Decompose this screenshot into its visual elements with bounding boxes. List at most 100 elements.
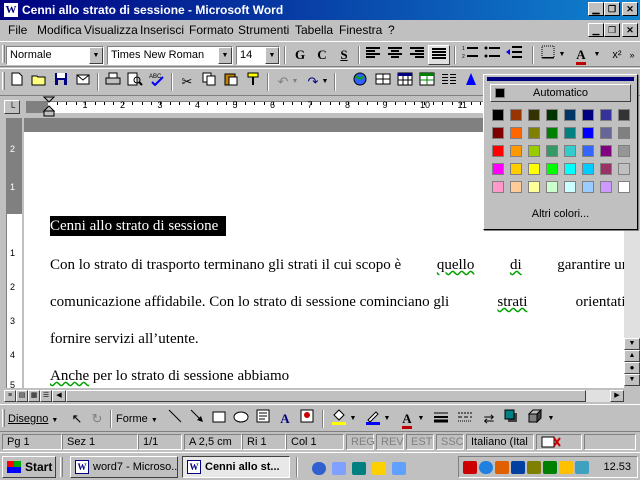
print-preview-button[interactable]	[124, 72, 146, 92]
toolbar-more-icon[interactable]: »	[626, 45, 638, 65]
outlook-icon[interactable]	[332, 462, 346, 475]
doc-restore-button[interactable]: ❐	[604, 23, 620, 37]
format-painter-button[interactable]	[242, 72, 264, 92]
close-button[interactable]: ✕	[622, 2, 638, 16]
taskbar-grip[interactable]	[60, 457, 63, 477]
3d-button[interactable]	[524, 408, 546, 429]
menu-inserisci[interactable]: Inserisci	[140, 23, 184, 37]
color-swatch[interactable]	[618, 109, 630, 121]
align-right-button[interactable]	[406, 45, 428, 65]
taskbar-word7[interactable]: W word7 - Microso...	[70, 456, 178, 478]
vertical-scrollbar[interactable]: ▼ ▲ ● ▼	[624, 338, 640, 388]
scroll-left-button[interactable]: ◀	[52, 390, 66, 402]
paste-button[interactable]	[220, 72, 242, 92]
line-color-button[interactable]	[362, 409, 384, 429]
size-combo[interactable]: 14 ▼	[236, 46, 280, 65]
color-swatch[interactable]	[528, 109, 540, 121]
color-swatch[interactable]	[564, 109, 576, 121]
color-swatch[interactable]	[528, 181, 540, 193]
wordart-button[interactable]: A	[274, 409, 296, 429]
color-swatch[interactable]	[510, 109, 522, 121]
textbox-button[interactable]	[252, 409, 274, 429]
color-swatch[interactable]	[546, 181, 558, 193]
chevron-down-icon[interactable]: ▼	[265, 47, 279, 64]
more-colors-button[interactable]: Altri colori...	[490, 205, 631, 223]
clipart-button[interactable]	[296, 409, 318, 429]
menu-file[interactable]: File	[8, 23, 27, 37]
font-combo[interactable]: Times New Roman ▼	[107, 46, 233, 65]
color-swatch[interactable]	[510, 127, 522, 139]
menu-formato[interactable]: Formato	[189, 23, 234, 37]
paragraph-line-1[interactable]: Con lo strato di trasporto terminano gli…	[50, 257, 624, 274]
fill-color-button[interactable]	[328, 409, 350, 429]
color-swatch[interactable]	[510, 145, 522, 157]
language-indicator[interactable]: Italiano (Ital	[466, 434, 534, 450]
word-app-icon[interactable]: W	[3, 2, 19, 18]
dash-style-button[interactable]	[454, 409, 476, 429]
grammar-flagged-word[interactable]: strati	[497, 294, 527, 311]
palette-drag-bar[interactable]	[487, 77, 634, 81]
scroll-down-button[interactable]: ▼	[624, 338, 640, 350]
color-swatch[interactable]	[564, 145, 576, 157]
tray-antivirus-icon[interactable]	[495, 461, 509, 474]
grammar-flagged-word[interactable]: Anche	[50, 368, 89, 384]
tray-monitor-icon[interactable]	[511, 461, 525, 474]
chevron-down-icon[interactable]: ▼	[218, 47, 232, 64]
shadow-button[interactable]	[500, 409, 522, 429]
draw-font-color-dropdown[interactable]: ▼	[416, 409, 426, 429]
line-button[interactable]	[164, 409, 186, 429]
color-swatch[interactable]	[546, 145, 558, 157]
doc-minimize-button[interactable]: ▁	[588, 23, 604, 37]
track-changes-indicator[interactable]: REV	[376, 434, 404, 450]
tab-selector[interactable]: └	[4, 100, 20, 114]
insert-excel-button[interactable]	[416, 72, 438, 92]
toolbar-grip[interactable]	[2, 45, 5, 63]
automatic-color-button[interactable]: Automatico	[490, 84, 631, 102]
horizontal-scroll-thumb[interactable]	[66, 390, 586, 402]
menu-help[interactable]: ?	[388, 23, 395, 37]
color-swatch[interactable]	[564, 163, 576, 175]
next-page-button[interactable]: ▼	[624, 374, 640, 386]
underline-button[interactable]: S	[333, 45, 355, 65]
color-swatch[interactable]	[600, 163, 612, 175]
scroll-right-button[interactable]: ▶	[610, 390, 624, 402]
free-rotate-button[interactable]: ↻	[86, 409, 108, 429]
cut-button[interactable]: ✂	[176, 72, 198, 92]
color-swatch[interactable]	[564, 181, 576, 193]
minimize-button[interactable]: ▁	[588, 2, 604, 16]
draw-font-color-button[interactable]: A	[396, 409, 418, 429]
line-style-button[interactable]	[430, 409, 452, 429]
toolbar-grip[interactable]	[2, 72, 5, 90]
heading-line[interactable]: Cenni allo strato di sessione	[50, 216, 227, 236]
color-swatch[interactable]	[582, 145, 594, 157]
hyperlink-button[interactable]	[350, 72, 372, 92]
line-color-dropdown[interactable]: ▼	[382, 409, 392, 429]
color-swatch[interactable]	[618, 163, 630, 175]
color-swatch[interactable]	[618, 127, 630, 139]
arrow-style-button[interactable]: ⇄	[478, 409, 500, 429]
superscript-button[interactable]: x²	[606, 45, 628, 65]
color-swatch[interactable]	[510, 163, 522, 175]
insert-table-button[interactable]	[394, 72, 416, 92]
color-swatch[interactable]	[492, 109, 504, 121]
color-swatch[interactable]	[528, 163, 540, 175]
color-swatch[interactable]	[582, 181, 594, 193]
vertical-scroll-track[interactable]	[624, 230, 640, 338]
menu-strumenti[interactable]: Strumenti	[238, 23, 289, 37]
menu-modifica[interactable]: Modifica	[37, 23, 82, 37]
web-view-button[interactable]: ▤	[16, 390, 28, 402]
color-swatch[interactable]	[618, 181, 630, 193]
decrease-indent-button[interactable]	[503, 45, 525, 65]
color-swatch[interactable]	[564, 127, 576, 139]
chevron-down-icon[interactable]: ▼	[89, 47, 103, 64]
color-swatch[interactable]	[582, 127, 594, 139]
color-swatch[interactable]	[618, 145, 630, 157]
color-swatch[interactable]	[510, 181, 522, 193]
tray-display-icon[interactable]	[575, 461, 589, 474]
color-swatch[interactable]	[546, 163, 558, 175]
bullets-button[interactable]	[481, 45, 503, 65]
color-swatch[interactable]	[600, 145, 612, 157]
permission-button[interactable]	[72, 72, 94, 92]
grammar-flagged-word[interactable]: quello	[437, 257, 475, 274]
clock[interactable]: 12.53	[603, 461, 631, 473]
